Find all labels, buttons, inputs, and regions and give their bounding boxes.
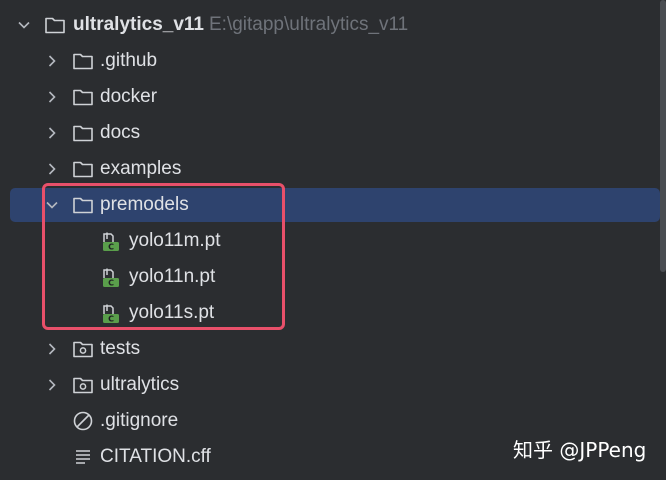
tree-item-premodels[interactable]: premodels xyxy=(0,187,660,223)
pt-file-icon: C xyxy=(100,266,122,288)
chevron-down-icon[interactable] xyxy=(16,17,32,33)
tree-item-ultralytics[interactable]: ultralytics xyxy=(0,367,660,403)
ignore-file-icon xyxy=(72,410,94,432)
svg-text:C: C xyxy=(108,243,114,252)
tree-item-label: yolo11s.pt xyxy=(129,302,215,323)
tree-item-label: .github xyxy=(100,50,158,71)
chevron-down-icon[interactable] xyxy=(44,197,60,213)
folder-icon xyxy=(44,14,66,36)
tree-item-label: CITATION.cff xyxy=(100,446,211,467)
chevron-right-icon[interactable] xyxy=(44,161,60,177)
tree-item-yolo11s-pt[interactable]: C yolo11s.pt xyxy=(0,295,660,331)
tree-item-label: .gitignore xyxy=(100,410,179,431)
folder-icon xyxy=(72,50,94,72)
root-folder-name: ultralytics_v11 xyxy=(73,14,204,35)
package-folder-icon xyxy=(72,374,94,396)
tree-item-yolo11n-pt[interactable]: C yolo11n.pt xyxy=(0,259,660,295)
tree-item-docs[interactable]: docs xyxy=(0,115,660,151)
project-tree: ultralytics_v11 E:\gitapp\ultralytics_v1… xyxy=(0,0,666,480)
tree-item-tests[interactable]: tests xyxy=(0,331,660,367)
tree-item-docker[interactable]: docker xyxy=(0,79,660,115)
chevron-right-icon[interactable] xyxy=(44,125,60,141)
svg-text:C: C xyxy=(108,279,114,288)
tree-item-yolo11m-pt[interactable]: C yolo11m.pt xyxy=(0,223,660,259)
chevron-right-icon[interactable] xyxy=(44,53,60,69)
pt-file-icon: C xyxy=(100,302,122,324)
root-folder-path: E:\gitapp\ultralytics_v11 xyxy=(209,14,409,35)
tree-item-label: yolo11m.pt xyxy=(129,230,221,251)
tree-item-label: premodels xyxy=(100,194,189,215)
tree-root-row[interactable]: ultralytics_v11 E:\gitapp\ultralytics_v1… xyxy=(0,7,660,43)
chevron-right-icon[interactable] xyxy=(44,89,60,105)
text-file-icon xyxy=(72,446,94,468)
tree-item-label: docs xyxy=(100,122,141,143)
folder-icon xyxy=(72,86,94,108)
chevron-right-icon[interactable] xyxy=(44,377,60,393)
folder-icon xyxy=(72,158,94,180)
tree-item-github[interactable]: .github xyxy=(0,43,660,79)
folder-icon xyxy=(72,194,94,216)
package-folder-icon xyxy=(72,338,94,360)
tree-item-label: yolo11n.pt xyxy=(129,266,216,287)
chevron-right-icon[interactable] xyxy=(44,341,60,357)
watermark-text: 知乎 @JPPeng xyxy=(513,438,647,462)
svg-text:C: C xyxy=(108,315,114,324)
pt-file-icon: C xyxy=(100,230,122,252)
tree-item-label: ultralytics xyxy=(100,374,180,395)
tree-item-label: tests xyxy=(100,338,141,359)
tree-item-label: examples xyxy=(100,158,182,179)
vertical-scrollbar[interactable] xyxy=(660,0,666,272)
tree-item-examples[interactable]: examples xyxy=(0,151,660,187)
tree-item-label: docker xyxy=(100,86,158,107)
folder-icon xyxy=(72,122,94,144)
